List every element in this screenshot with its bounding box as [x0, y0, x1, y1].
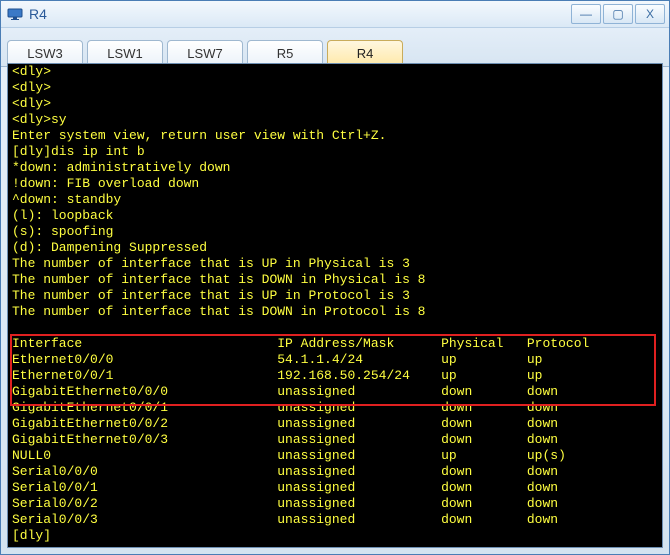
tabstrip: LSW3LSW1LSW7R5R4 [1, 28, 669, 67]
titlebar: R4 — ▢ X [1, 1, 669, 28]
terminal-panel: <dly> <dly> <dly> <dly>sy Enter system v… [7, 63, 663, 548]
close-button[interactable]: X [635, 4, 665, 24]
minimize-button[interactable]: — [571, 4, 601, 24]
terminal-output[interactable]: <dly> <dly> <dly> <dly>sy Enter system v… [8, 64, 662, 547]
window-controls: — ▢ X [571, 4, 665, 24]
window: { "window": { "title": "R4" }, "winContr… [0, 0, 670, 555]
title-left: R4 [7, 6, 47, 22]
window-title: R4 [29, 6, 47, 22]
maximize-button[interactable]: ▢ [603, 4, 633, 24]
app-icon [7, 6, 23, 22]
